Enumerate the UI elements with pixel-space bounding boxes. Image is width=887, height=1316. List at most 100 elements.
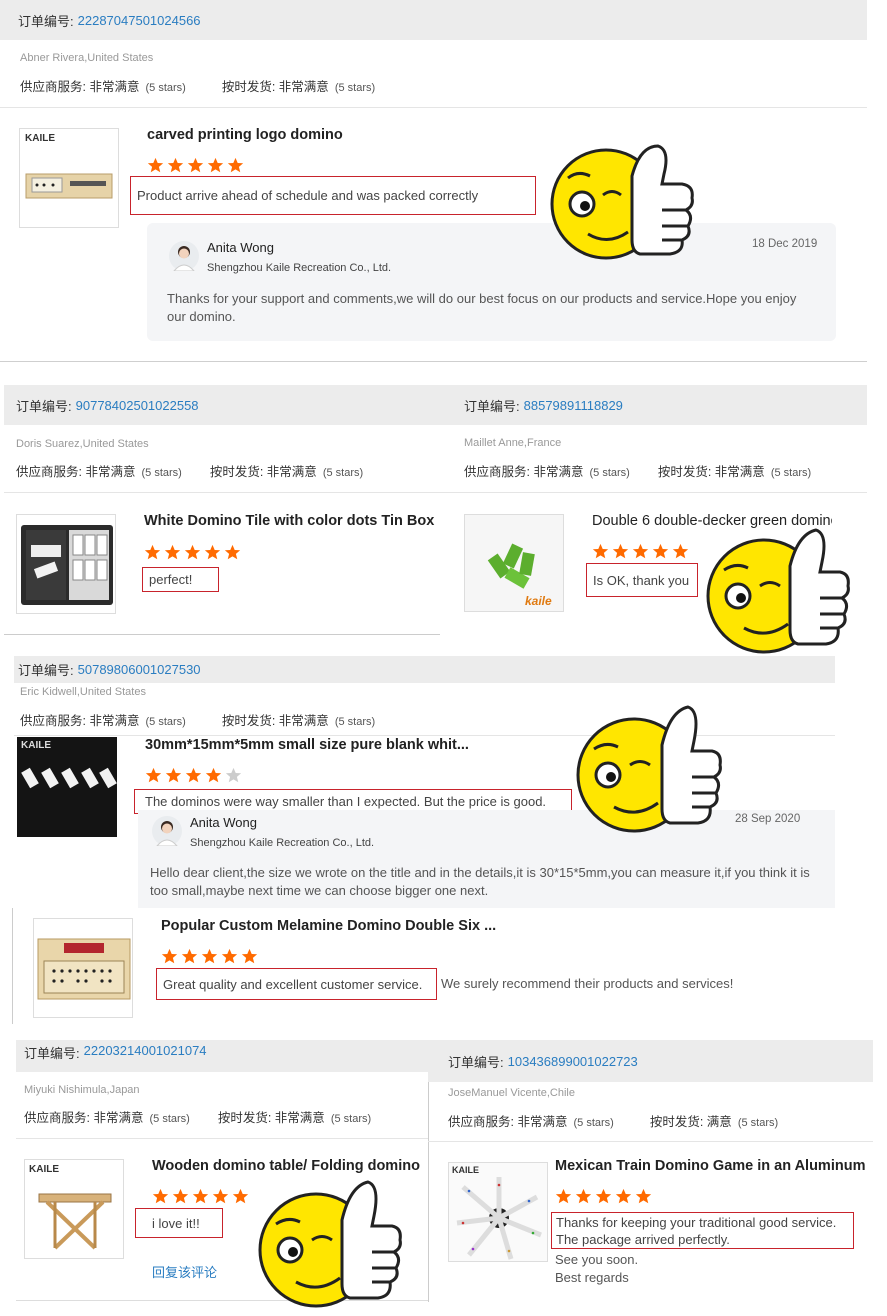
review-comment: i love it!! [135,1208,223,1238]
rating-stars [592,543,689,560]
reply-author: Anita Wong [207,240,274,255]
rating-stars [145,767,242,784]
divider [4,492,440,493]
star-icon [145,767,162,783]
order-label: 订单编号: [18,13,74,29]
order-label: 订单编号: [464,398,520,414]
order-label: 订单编号: [18,663,74,678]
star-icon [635,1188,652,1204]
product-thumbnail[interactable]: KAILE [19,128,119,228]
reply-text: Hello dear client,the size we wrote on t… [150,865,810,898]
product-thumbnail[interactable] [33,918,133,1018]
product-title-link[interactable]: Popular Custom Melamine Domino Double Si… [161,918,561,934]
divider [440,492,867,493]
star-icon [144,544,161,560]
brand-logo: KAILE [29,1164,59,1175]
reply-company: Shengzhou Kaile Recreation Co., Ltd. [207,262,392,274]
rating-summary: 供应商服务: 非常满意 (5 stars) 按时发货: 非常满意 (5 stars) [16,465,364,479]
star-icon [207,157,224,173]
order-number-link[interactable]: 22203214001021074 [84,1043,207,1058]
product-title-link[interactable]: Mexican Train Domino Game in an Aluminum [555,1158,873,1174]
star-icon [181,948,198,964]
product-title-link[interactable]: Wooden domino table/ Folding domino [152,1158,428,1174]
product-thumbnail[interactable] [16,514,116,614]
order-label: 订单编号: [448,1054,504,1070]
order-label: 订单编号: [24,1046,80,1061]
order-header: 订单编号: 88579891118829 [440,385,867,425]
review-comment-extra: We surely recommend their products and s… [441,976,734,991]
review-comment: Is OK, thank you [586,563,698,597]
reply-date: 18 Dec 2019 [752,238,818,250]
reply-date: 28 Sep 2020 [735,813,801,825]
reply-comment-link[interactable]: 回复该评论 [152,1262,217,1281]
buyer-name: JoseManuel Vicente,Chile [448,1087,575,1099]
star-icon [184,544,201,560]
product-thumbnail[interactable]: KAILE [17,737,117,837]
rating-stars [152,1188,249,1205]
star-icon [592,543,609,559]
star-icon [165,767,182,783]
rating-summary: 供应商服务: 非常满意 (5 stars) 按时发货: 非常满意 (5 stars) [20,714,376,728]
star-icon [212,1188,229,1204]
star-icon [241,948,258,964]
brand-logo: KAILE [21,740,51,751]
rating-stars [161,948,258,965]
avatar-icon [152,816,182,847]
star-icon [575,1188,592,1204]
star-icon [185,767,202,783]
buyer-name: Miyuki Nishimula,Japan [24,1084,140,1096]
star-icon [164,544,181,560]
rating-stars [144,544,241,561]
product-title-link[interactable]: 30mm*15mm*5mm small size pure blank whit… [145,737,545,753]
order-header: 订单编号: 50789806001027530 [14,656,835,683]
product-title-link[interactable]: Double 6 double-decker green domino [592,513,832,529]
review-comment: perfect! [142,567,219,592]
star-icon [172,1188,189,1204]
star-icon [672,543,689,559]
star-icon [187,157,204,173]
star-icon [205,767,222,783]
buyer-name: Doris Suarez,United States [16,438,149,450]
star-icon [167,157,184,173]
rating-summary: 供应商服务: 非常满意 (5 stars) 按时发货: 非常满意 (5 stars) [24,1111,372,1125]
star-icon [555,1188,572,1204]
brand-logo: KAILE [25,133,55,144]
order-number-link[interactable]: 90778402501022558 [76,398,199,413]
review-comment: Product arrive ahead of schedule and was… [130,176,536,215]
divider [0,107,867,108]
divider [16,1300,428,1301]
product-thumbnail[interactable]: KAILE [24,1159,124,1259]
divider [16,1138,428,1139]
buyer-name: Eric Kidwell,United States [20,686,146,698]
order-label: 订单编号: [16,398,72,414]
star-icon [632,543,649,559]
star-icon [201,948,218,964]
product-title-link[interactable]: White Domino Tile with color dots Tin Bo… [144,513,440,529]
product-title-link[interactable]: carved printing logo domino [147,127,447,143]
star-icon [225,767,242,783]
smiley-thumbs-up-icon [706,528,850,654]
rating-summary: 供应商服务: 非常满意 (5 stars) 按时发货: 满意 (5 stars) [448,1115,779,1129]
product-thumbnail[interactable]: kaile [464,514,564,612]
order-number-link[interactable]: 103436899001022723 [508,1054,638,1069]
rating-summary: 供应商服务: 非常满意 (5 stars) 按时发货: 非常满意 (5 stars) [20,80,376,94]
star-icon [147,157,164,173]
buyer-name: Abner Rivera,United States [20,52,154,64]
product-thumbnail[interactable]: KAILE [448,1162,548,1262]
star-icon [224,544,241,560]
star-icon [152,1188,169,1204]
rating-summary: 供应商服务: 非常满意 (5 stars) 按时发货: 非常满意 (5 stars) [464,465,812,479]
review-comment-extra: See you soon. Best regards [555,1252,639,1285]
star-icon [595,1188,612,1204]
buyer-name: Maillet Anne,France [464,437,562,449]
star-icon [221,948,238,964]
divider [0,361,867,362]
divider [12,908,13,1024]
divider [428,1141,873,1142]
order-number-link[interactable]: 88579891118829 [524,398,623,413]
order-number-link[interactable]: 22287047501024566 [78,13,201,28]
smiley-thumbs-up-icon [258,1180,402,1308]
rating-stars [555,1188,652,1205]
order-number-link[interactable]: 50789806001027530 [78,662,201,677]
star-icon [652,543,669,559]
